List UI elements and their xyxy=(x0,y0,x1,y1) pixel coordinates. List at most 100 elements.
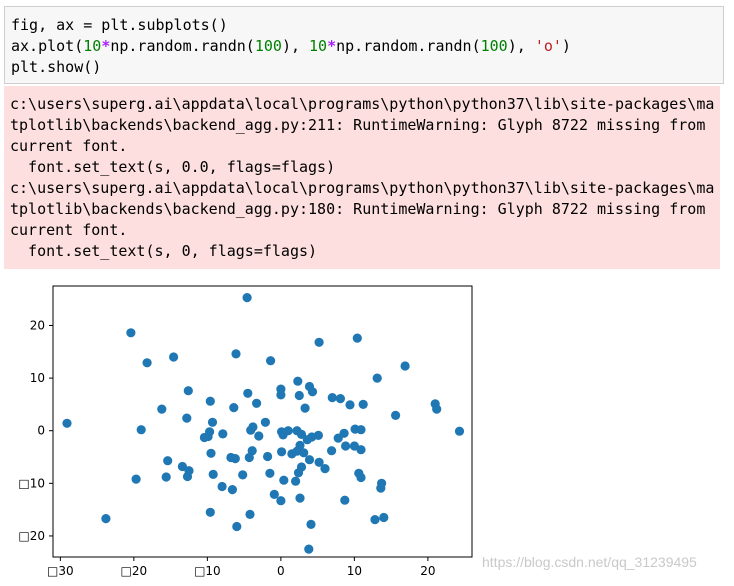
stderr-output: c:\users\superg.ai\appdata\local\program… xyxy=(4,86,720,269)
data-point xyxy=(276,496,286,506)
data-point xyxy=(400,361,410,371)
data-point xyxy=(227,485,237,495)
plot-output: □30 □20 □10 0 10 20 □20 □10 0 10 20 xyxy=(0,280,734,582)
data-point xyxy=(183,386,193,396)
data-point xyxy=(294,390,304,401)
data-point xyxy=(263,451,273,462)
stderr-line: font.set_text(s, 0, flags=flags) xyxy=(10,242,318,260)
data-point xyxy=(302,435,312,445)
stderr-line: c:\users\superg.ai\appdata\local\program… xyxy=(10,95,715,113)
data-point xyxy=(244,452,254,463)
data-point xyxy=(229,403,239,413)
data-point xyxy=(291,476,301,486)
code-line: ax.plot(10*np.random.randn(100), 10*np.r… xyxy=(11,36,717,57)
data-point xyxy=(313,430,323,440)
data-point xyxy=(293,468,304,478)
data-point xyxy=(341,441,351,451)
data-point xyxy=(335,394,345,404)
data-point xyxy=(243,388,253,398)
data-point xyxy=(163,456,173,466)
data-point xyxy=(246,425,256,435)
code-token: * xyxy=(101,37,111,55)
data-point xyxy=(320,464,330,474)
data-point xyxy=(266,356,276,366)
data-point xyxy=(432,404,442,414)
data-point xyxy=(232,521,242,532)
data-point xyxy=(238,470,248,480)
code-token: ), xyxy=(281,37,310,55)
data-point xyxy=(339,428,349,438)
data-point xyxy=(157,404,167,414)
data-point xyxy=(205,507,215,517)
data-point xyxy=(283,426,293,436)
y-tick-label: 10 xyxy=(30,371,45,385)
scatter-chart: □30 □20 □10 0 10 20 □20 □10 0 10 20 xyxy=(18,285,473,578)
code-token: 10 xyxy=(83,37,102,55)
data-point xyxy=(169,352,179,362)
code-token: ax.plot( xyxy=(11,37,84,55)
data-point xyxy=(260,417,270,427)
data-point xyxy=(217,481,227,492)
data-point xyxy=(293,376,303,386)
data-point xyxy=(314,337,324,347)
data-point xyxy=(231,349,241,359)
stderr-line: font.set_text(s, 0.0, flags=flags) xyxy=(10,158,336,176)
data-point xyxy=(206,448,216,458)
data-point xyxy=(356,445,366,455)
code-token: plt.show() xyxy=(11,58,102,76)
data-point xyxy=(230,454,240,464)
stderr-line: c:\users\superg.ai\appdata\local\program… xyxy=(10,179,715,197)
code-token: 'o' xyxy=(534,37,562,55)
data-point xyxy=(207,417,218,427)
data-point xyxy=(379,512,389,523)
data-point xyxy=(265,468,275,478)
data-point xyxy=(340,495,350,505)
data-point xyxy=(199,432,209,443)
code-line: plt.show() xyxy=(11,57,717,78)
data-point xyxy=(161,472,171,482)
code-token: * xyxy=(327,37,337,55)
x-tick-label: □30 xyxy=(47,564,74,578)
data-point xyxy=(327,446,337,456)
data-point xyxy=(304,544,314,554)
data-point xyxy=(276,390,286,400)
y-tick-label: □10 xyxy=(18,476,45,490)
data-point xyxy=(182,471,193,482)
y-tick-label: 20 xyxy=(30,318,45,332)
data-point xyxy=(62,418,72,428)
data-point xyxy=(358,399,368,409)
x-tick-label: 10 xyxy=(347,564,362,578)
y-tick-label: 0 xyxy=(37,424,45,438)
data-point xyxy=(218,429,228,439)
x-tick-label: □20 xyxy=(121,564,148,578)
y-tick-label: □20 xyxy=(18,529,45,543)
data-point xyxy=(252,398,262,408)
data-point xyxy=(370,515,380,525)
code-cell-input[interactable]: fig, ax = plt.subplots() ax.plot(10*np.ra… xyxy=(4,6,724,84)
data-point xyxy=(300,403,310,413)
data-point xyxy=(295,493,305,503)
data-point xyxy=(372,373,382,383)
code-token: fig, ax = plt.subplots() xyxy=(11,16,228,34)
data-point xyxy=(126,328,136,338)
x-tick-label: 20 xyxy=(420,564,435,578)
data-point xyxy=(277,447,287,457)
data-point xyxy=(131,474,141,484)
data-point xyxy=(345,400,355,410)
data-point xyxy=(142,358,152,368)
data-point xyxy=(356,472,366,483)
code-token: np.random.randn( xyxy=(336,37,481,55)
data-point xyxy=(376,483,386,493)
code-token: np.random.randn( xyxy=(110,37,255,55)
data-point xyxy=(454,426,465,436)
data-point xyxy=(205,396,215,406)
stderr-line: tplotlib\backends\backend_agg.py:180: Ru… xyxy=(10,200,706,218)
x-tick-label: □10 xyxy=(194,564,221,578)
data-point xyxy=(307,387,318,397)
data-point xyxy=(306,519,316,529)
data-point xyxy=(352,333,362,343)
data-point xyxy=(101,514,111,524)
watermark: https://blog.csdn.net/qq_31239495 xyxy=(482,554,697,570)
code-line: fig, ax = plt.subplots() xyxy=(11,15,717,36)
stderr-line: current font. xyxy=(10,137,128,155)
